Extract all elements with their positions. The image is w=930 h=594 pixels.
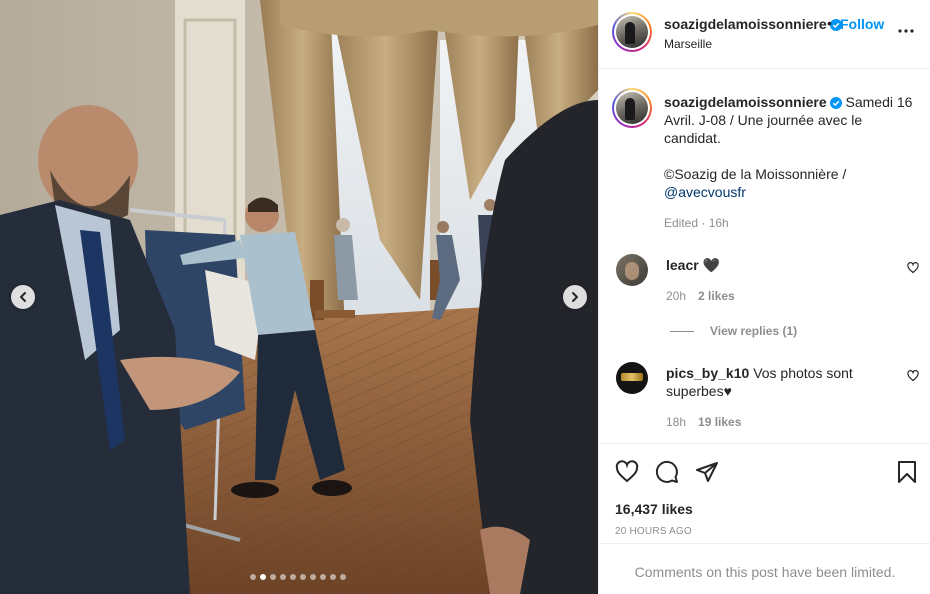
post-photo[interactable] xyxy=(0,0,598,594)
author-username[interactable]: soazigdelamoissonniere xyxy=(664,16,827,32)
post-location[interactable]: Marseille xyxy=(664,37,712,51)
comment-avatar[interactable] xyxy=(616,254,648,286)
carousel-indicator xyxy=(250,574,346,580)
verified-badge-icon xyxy=(829,97,842,109)
carousel-dot xyxy=(330,574,336,580)
save-icon[interactable] xyxy=(896,460,918,484)
next-slide-button[interactable] xyxy=(563,285,587,309)
comments-limited-notice: Comments on this post have been limited. xyxy=(599,543,930,594)
separator-bullet: • xyxy=(827,15,832,31)
comment-like-icon[interactable] xyxy=(907,262,919,274)
comment-username[interactable]: leacr xyxy=(666,257,699,273)
more-options-icon[interactable] xyxy=(897,22,915,40)
comment: pics_by_k10 Vos photos sont superbes♥ xyxy=(666,364,886,400)
post-actions: 16,437 likes 20 HOURS AGO Comments on th… xyxy=(599,443,930,594)
share-icon[interactable] xyxy=(695,460,719,484)
carousel-dot xyxy=(280,574,286,580)
comment-text: 🖤 xyxy=(702,257,721,273)
carousel-dot xyxy=(250,574,256,580)
like-icon[interactable] xyxy=(615,460,639,484)
comment-avatar[interactable] xyxy=(616,362,648,394)
comment-icon[interactable] xyxy=(655,460,679,484)
view-replies-button[interactable]: View replies (1) xyxy=(670,324,797,338)
carousel-dot xyxy=(310,574,316,580)
post-header: soazigdelamoissonniere • Follow Marseill… xyxy=(599,0,930,69)
caption-username[interactable]: soazigdelamoissonniere xyxy=(664,94,827,110)
post-like-count[interactable]: 16,437 likes xyxy=(615,501,693,517)
carousel-dot xyxy=(320,574,326,580)
carousel-dot xyxy=(300,574,306,580)
post-photo-image xyxy=(0,0,598,594)
caption-mention-link[interactable]: @avecvousfr xyxy=(664,184,746,200)
carousel-dot xyxy=(260,574,266,580)
caption-edited-time: Edited · 16h xyxy=(664,216,729,230)
comment-username[interactable]: pics_by_k10 xyxy=(666,365,749,381)
author-avatar[interactable] xyxy=(612,12,652,52)
author-username-row: soazigdelamoissonniere xyxy=(664,16,842,32)
chevron-right-icon xyxy=(572,292,578,302)
comment: leacr 🖤 xyxy=(666,256,886,274)
chevron-left-icon xyxy=(20,292,26,302)
carousel-dot xyxy=(270,574,276,580)
follow-button[interactable]: Follow xyxy=(840,16,884,32)
caption-author-avatar[interactable] xyxy=(612,88,652,128)
view-replies-label: View replies (1) xyxy=(710,324,798,338)
comment-likes[interactable]: 19 likes xyxy=(698,415,741,429)
post-timestamp: 20 HOURS AGO xyxy=(615,526,692,537)
post-details-panel: soazigdelamoissonniere • Follow Marseill… xyxy=(598,0,930,594)
comment-meta: 20h 2 likes xyxy=(666,289,735,303)
comment-time: 18h xyxy=(666,415,687,429)
carousel-dot xyxy=(340,574,346,580)
post-caption: soazigdelamoissonniere Samedi 16 Avril. … xyxy=(664,93,914,201)
comment-like-icon[interactable] xyxy=(907,370,919,382)
caption-credit: ©Soazig de la Moissonnière / xyxy=(664,166,847,182)
carousel-dot xyxy=(290,574,296,580)
comment-time: 20h xyxy=(666,289,687,303)
comment-meta: 18h 19 likes xyxy=(666,415,741,429)
previous-slide-button[interactable] xyxy=(11,285,35,309)
replies-divider xyxy=(670,331,694,333)
comment-likes[interactable]: 2 likes xyxy=(698,289,735,303)
